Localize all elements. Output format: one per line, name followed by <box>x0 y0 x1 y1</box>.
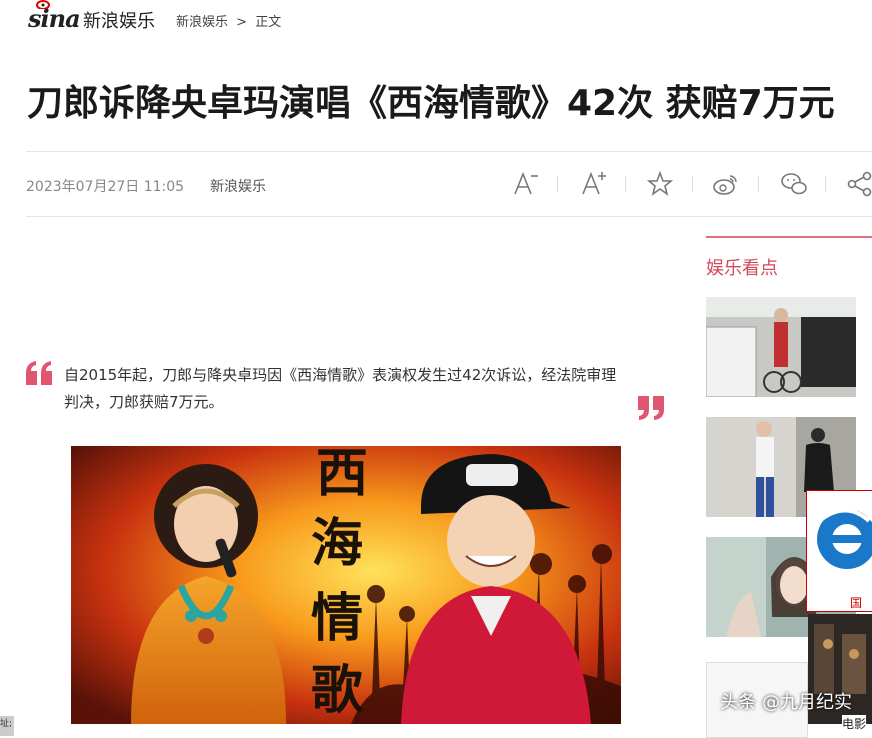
breadcrumb: 新浪娱乐 > 正文 <box>176 11 285 30</box>
corner-tag: 址; <box>0 716 14 736</box>
toolbar-separator <box>825 176 826 192</box>
watermark: 头条 @九月纪实 <box>720 692 852 713</box>
photo-char-2: 海 <box>311 513 363 574</box>
breadcrumb-current: 正文 <box>255 15 282 30</box>
article-summary: 自2015年起，刀郎与降央卓玛因《西海情歌》表演权发生过42次诉讼，经法院审理判… <box>64 366 617 411</box>
toolbar-separator <box>557 176 558 192</box>
article-photo[interactable]: 西 海 情 歌 <box>71 446 621 724</box>
sidebar-thumb-1[interactable] <box>706 297 856 397</box>
ad2-label[interactable]: 电影 <box>842 715 867 732</box>
wechat-icon[interactable] <box>780 170 808 198</box>
breadcrumb-home[interactable]: 新浪娱乐 <box>176 15 228 30</box>
share-icon[interactable] <box>846 170 872 198</box>
star-icon[interactable] <box>646 170 674 198</box>
open-quote-icon <box>26 361 52 385</box>
site-name[interactable]: 新浪娱乐 <box>83 7 155 33</box>
toolbar-separator <box>758 176 759 192</box>
weibo-icon[interactable] <box>712 170 740 198</box>
sidebar-title: 娱乐看点 <box>706 258 778 279</box>
sina-logo[interactable]: sina <box>26 0 81 34</box>
photo-char-1: 西 <box>316 446 368 504</box>
close-quote-icon <box>638 396 664 420</box>
photo-char-4: 歌 <box>311 660 364 721</box>
toolbar-separator <box>625 176 626 192</box>
logo-text: sina <box>28 4 81 33</box>
photo-char-3: 情 <box>311 588 363 649</box>
sidebar-accent-line <box>706 236 872 238</box>
photo-illustration: 西 海 情 歌 <box>71 446 621 724</box>
title-divider <box>26 151 872 152</box>
font-increase-icon[interactable] <box>580 170 608 198</box>
article-date: 2023年07月27日 11:05 <box>26 179 185 195</box>
font-decrease-icon[interactable] <box>512 170 540 198</box>
breadcrumb-separator: > <box>236 15 248 30</box>
article-source[interactable]: 新浪娱乐 <box>210 176 266 196</box>
toolbar-separator <box>692 176 693 192</box>
article-title: 刀郎诉降央卓玛演唱《西海情歌》42次 获赔7万元 <box>27 83 835 124</box>
meta-divider <box>26 216 872 217</box>
